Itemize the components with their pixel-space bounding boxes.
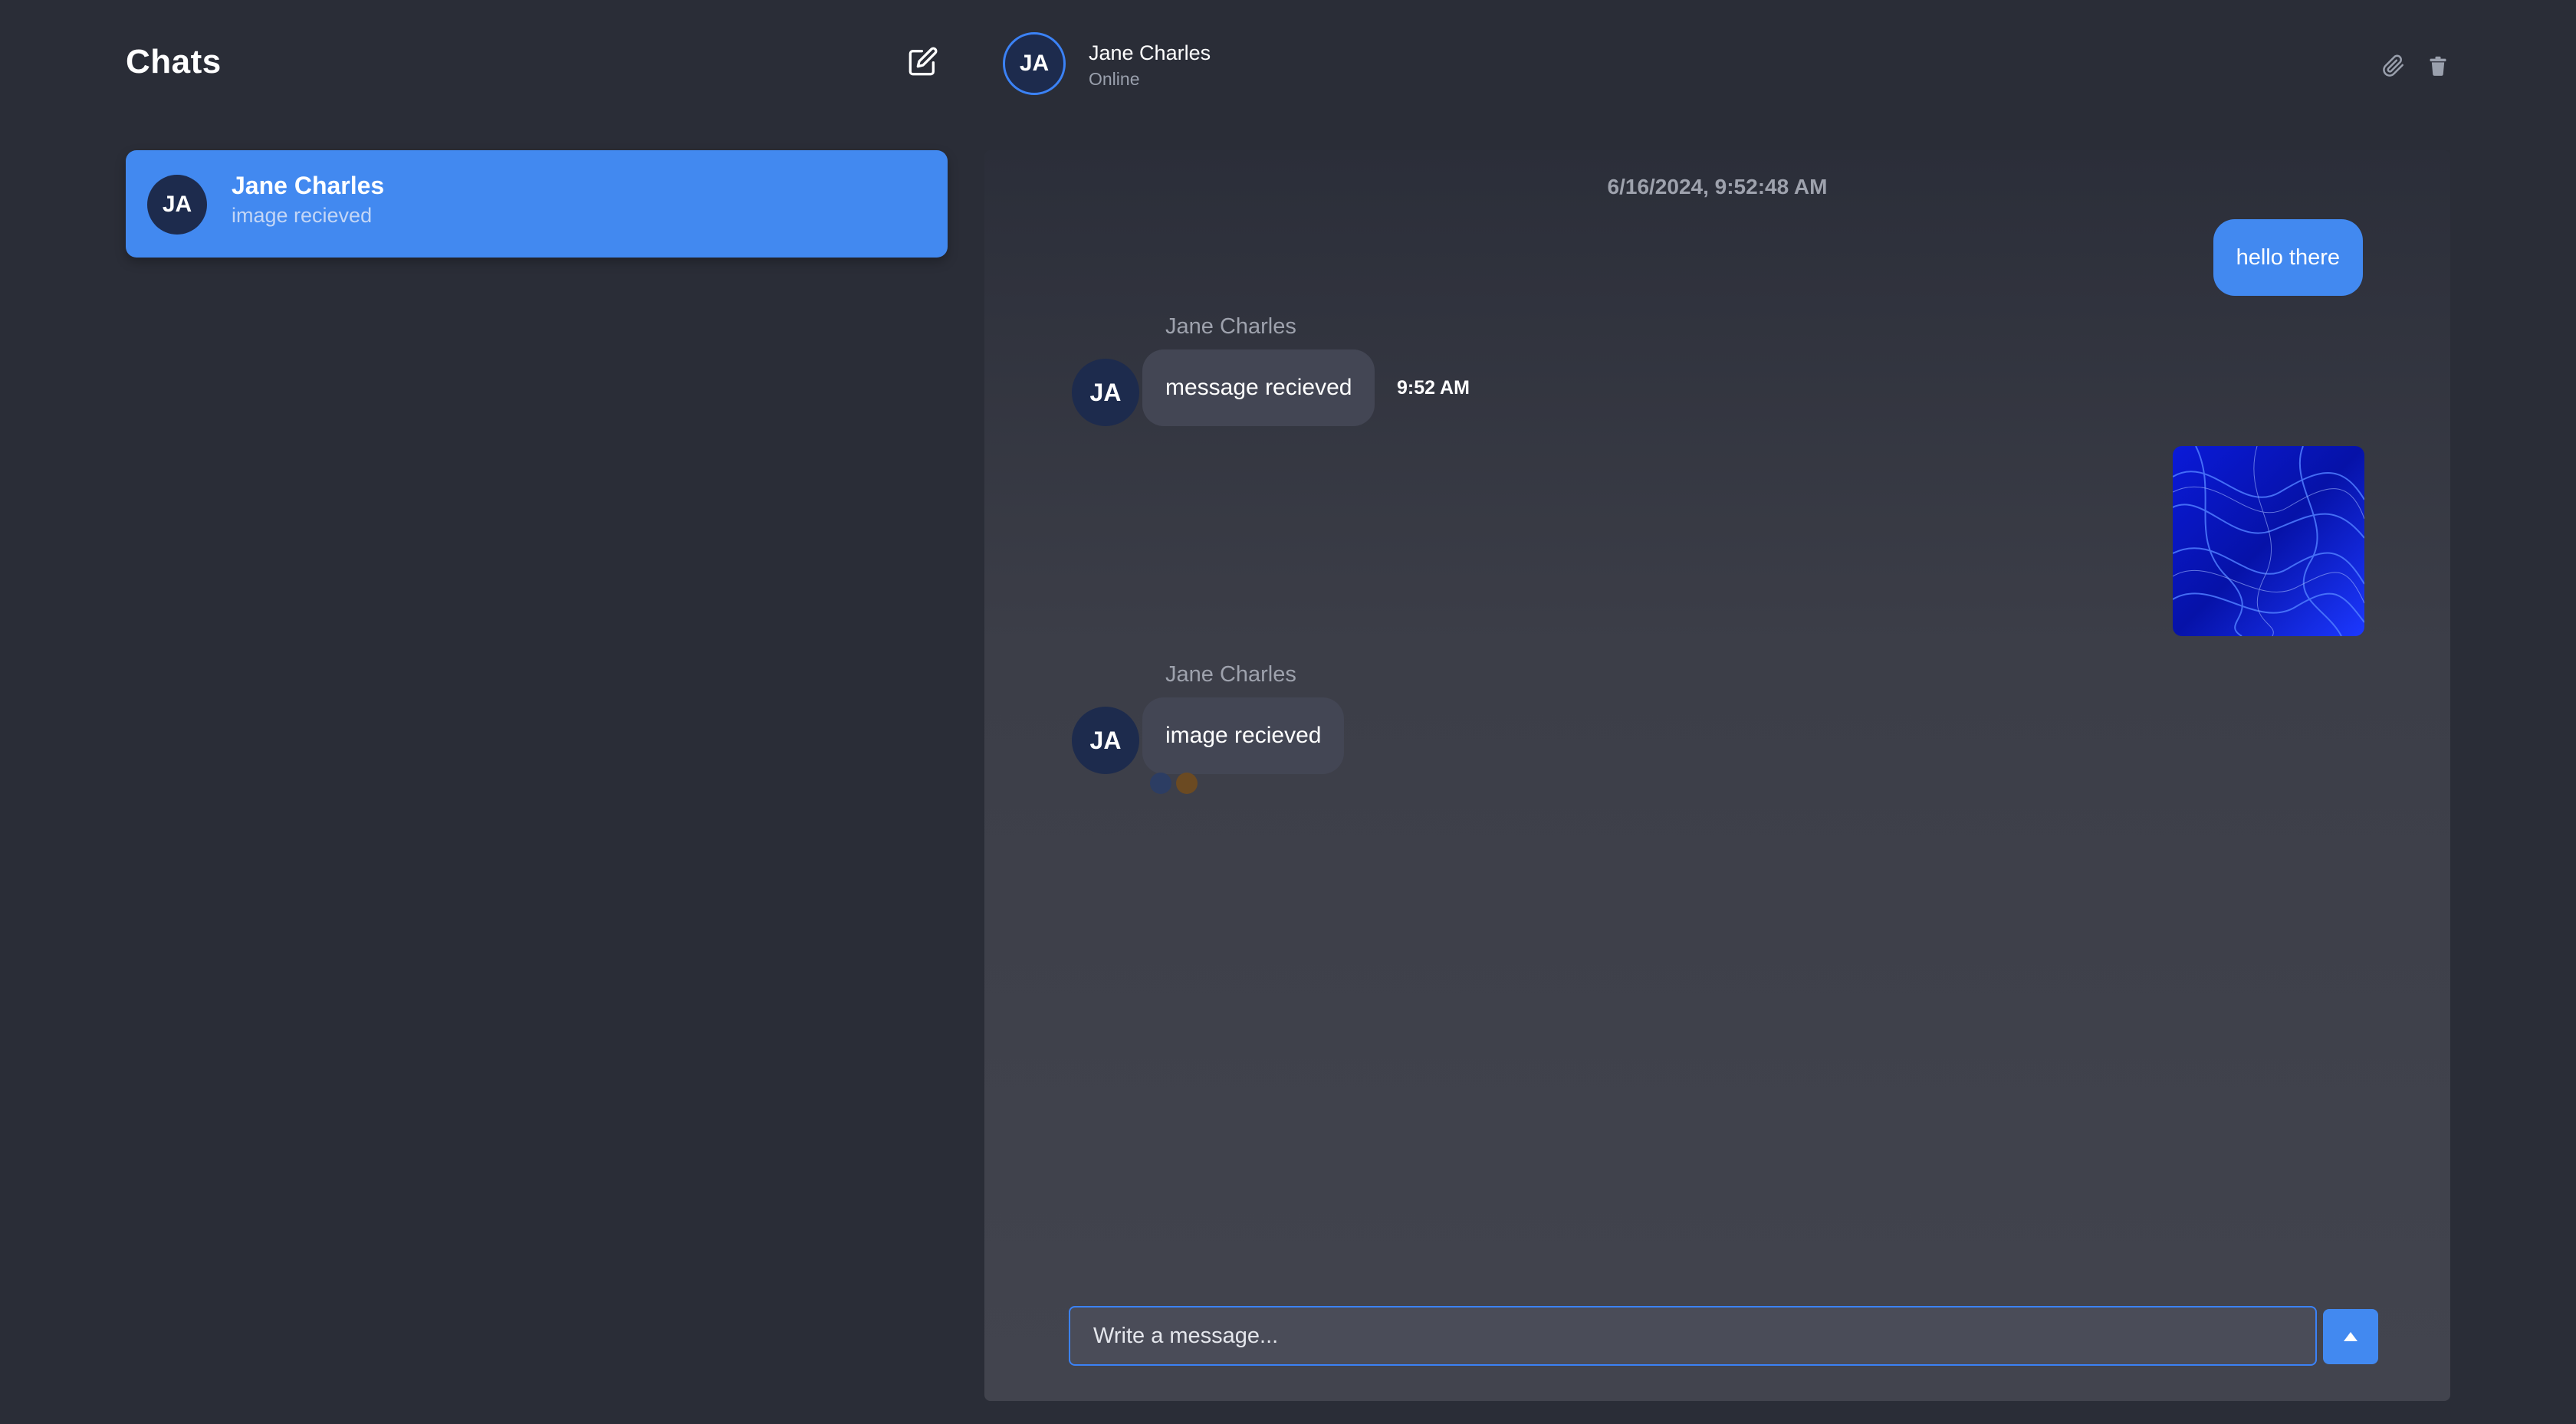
avatar: JA [147,175,207,235]
attach-button[interactable] [2378,51,2409,81]
message-time: 9:52 AM [1397,377,1470,399]
trash-icon [2430,56,2446,76]
triangle-up-icon [2344,1332,2358,1341]
contact-avatar[interactable]: JA [1003,32,1066,95]
chat-app: Chats JA Jane Charles image recieved JA … [0,0,2576,1424]
chat-item-preview: image recieved [232,204,373,227]
sender-avatar: JA [1072,707,1139,774]
incoming-message[interactable]: message recieved [1142,349,1375,426]
typing-indicator [1150,773,1198,794]
delete-chat-button[interactable] [2423,51,2453,81]
chat-item-name: Jane Charles [232,172,385,199]
incoming-message[interactable]: image recieved [1142,697,1345,774]
indicator-dot [1176,773,1198,794]
send-button[interactable] [2323,1309,2378,1364]
chat-sidebar: Chats JA Jane Charles image recieved [0,0,966,1424]
message-panel[interactable]: 6/16/2024, 9:52:48 AM hello there Jane C… [984,150,2450,1401]
edit-icon [909,47,938,76]
paperclip-icon [2383,54,2404,77]
contact-status: Online [1089,69,1140,89]
conversation-header: JA Jane Charles Online [984,0,2545,130]
message-input[interactable] [1069,1306,2317,1366]
indicator-dot [1150,773,1171,794]
outgoing-message[interactable]: hello there [2213,219,2363,296]
chat-list-item[interactable]: JA Jane Charles image recieved [126,150,948,258]
date-divider: 6/16/2024, 9:52:48 AM [1607,175,1828,199]
new-chat-button[interactable] [905,43,941,80]
image-message[interactable] [2173,446,2364,636]
blue-abstract-swirl-image [2173,446,2364,636]
sidebar-title: Chats [126,43,222,80]
sender-avatar: JA [1072,359,1139,426]
sender-name: Jane Charles [1165,662,1296,687]
contact-name: Jane Charles [1089,41,1211,64]
sender-name: Jane Charles [1165,314,1296,339]
